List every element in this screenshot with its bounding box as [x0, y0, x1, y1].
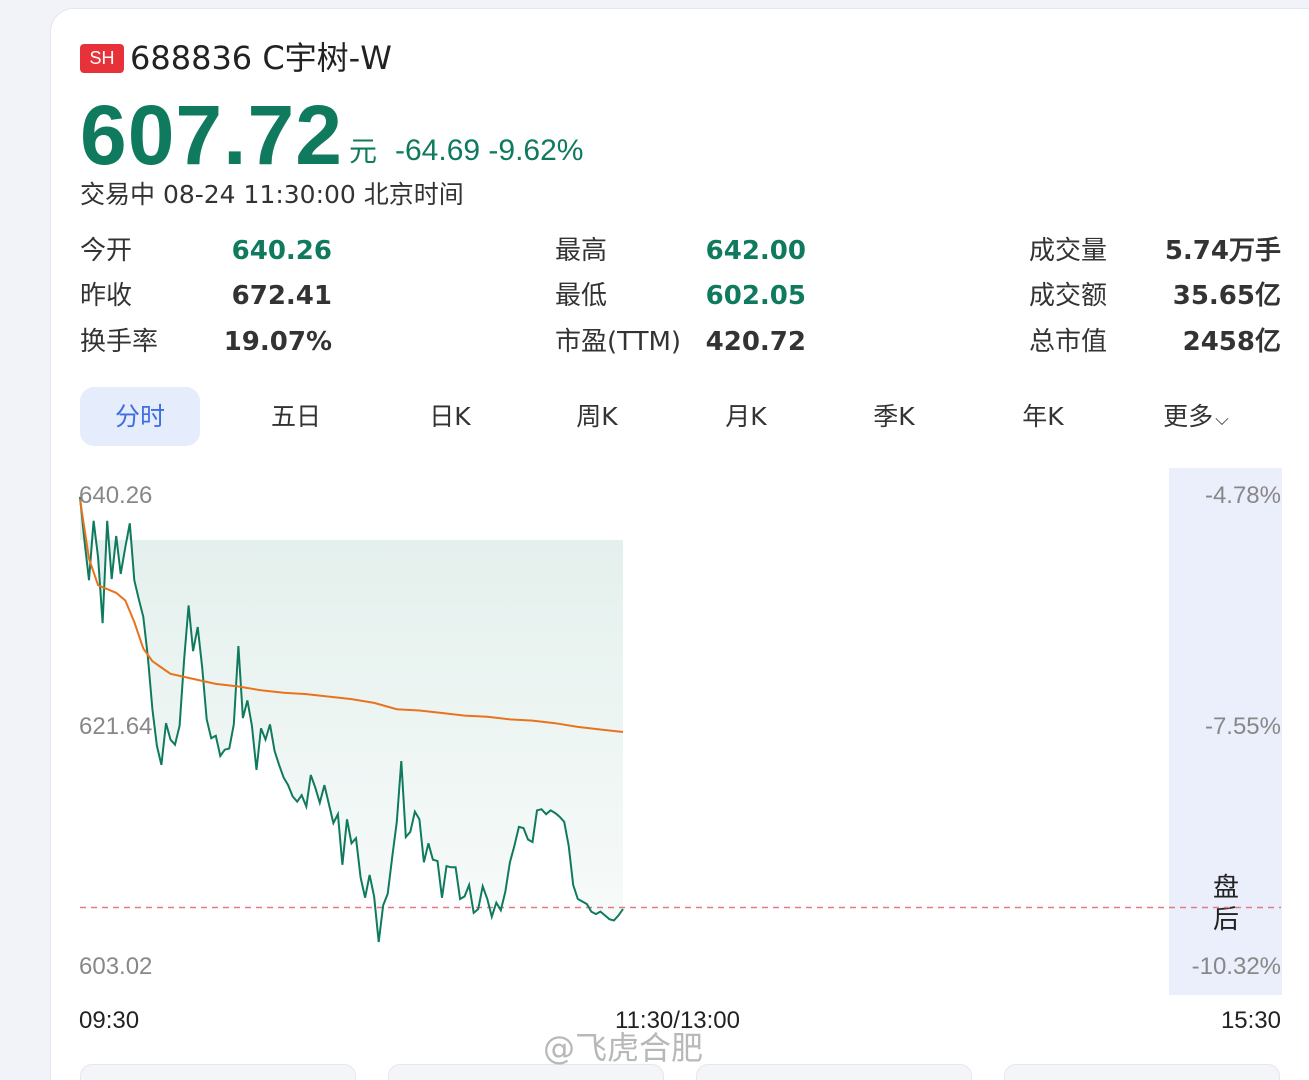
- stat-label: 市盈(TTM): [555, 327, 682, 357]
- stat-value: 642.00: [705, 236, 806, 266]
- stat-value: 672.41: [231, 281, 332, 311]
- price-change-abs: -64.69: [395, 134, 481, 167]
- stat-label: 今开: [80, 236, 133, 266]
- stat-value: 35.65亿: [1172, 281, 1281, 311]
- bottom-card-3[interactable]: [696, 1064, 972, 1080]
- chevron-down-icon: ⌵: [1215, 409, 1229, 430]
- tab-label: 更多: [1163, 402, 1214, 431]
- price-change-pct: -9.62%: [488, 134, 584, 167]
- tab-label: 年K: [1022, 402, 1064, 431]
- stat-value: 640.26: [231, 236, 332, 266]
- trading-status: 交易中 08-24 11:30:00 北京时间: [80, 180, 464, 209]
- y-tick-left-bottom: 603.02: [79, 953, 153, 980]
- x-tick-open: 09:30: [79, 1007, 140, 1034]
- y-tick-right-mid: -7.55%: [1204, 713, 1281, 740]
- x-tick-close: 15:30: [1220, 1007, 1281, 1034]
- tab-label: 季K: [873, 402, 915, 431]
- current-price: 607.72: [80, 88, 343, 182]
- tab-five-day[interactable]: 五日: [236, 387, 356, 446]
- tab-quarterly-k[interactable]: 季K: [834, 387, 954, 446]
- exchange-badge: SH: [80, 44, 124, 73]
- stat-label: 总市值: [1029, 327, 1108, 357]
- tab-label: 月K: [725, 402, 767, 431]
- tab-label: 分时: [114, 402, 165, 431]
- stat-label: 最低: [555, 281, 608, 311]
- y-tick-right-top: -4.78%: [1204, 482, 1281, 509]
- tab-weekly-k[interactable]: 周K: [537, 387, 657, 446]
- price-change: -64.69 -9.62%: [395, 132, 583, 170]
- stat-value: 19.07%: [223, 327, 332, 357]
- stat-value: 5.74万手: [1164, 236, 1281, 266]
- stat-value: 2458亿: [1182, 327, 1281, 357]
- y-tick-right-bottom: -10.32%: [1191, 953, 1281, 980]
- stat-label: 最高: [555, 236, 608, 266]
- stat-label: 成交量: [1029, 236, 1108, 266]
- stat-label: 昨收: [80, 281, 133, 311]
- after-hours-label: 盘后: [1212, 873, 1239, 935]
- stock-title: 688836 C宇树-W: [130, 39, 392, 77]
- stat-label: 成交额: [1029, 281, 1108, 311]
- tab-label: 五日: [270, 402, 321, 431]
- price-unit: 元: [349, 135, 378, 168]
- stat-value: 420.72: [705, 327, 806, 357]
- stat-value: 602.05: [705, 281, 806, 311]
- tab-label: 周K: [576, 402, 618, 431]
- y-tick-left-top: 640.26: [79, 482, 153, 509]
- tab-label: 日K: [429, 402, 471, 431]
- tab-intraday[interactable]: 分时: [80, 387, 200, 446]
- y-tick-left-mid: 621.64: [79, 713, 153, 740]
- tab-more[interactable]: 更多 ⌵: [1136, 387, 1256, 446]
- bottom-card-4[interactable]: [1004, 1064, 1280, 1080]
- bottom-card-1[interactable]: [80, 1064, 356, 1080]
- tab-monthly-k[interactable]: 月K: [686, 387, 806, 446]
- stat-label: 换手率: [80, 327, 159, 357]
- watermark: @飞虎合肥: [543, 1029, 704, 1067]
- tab-daily-k[interactable]: 日K: [390, 387, 510, 446]
- tab-yearly-k[interactable]: 年K: [983, 387, 1103, 446]
